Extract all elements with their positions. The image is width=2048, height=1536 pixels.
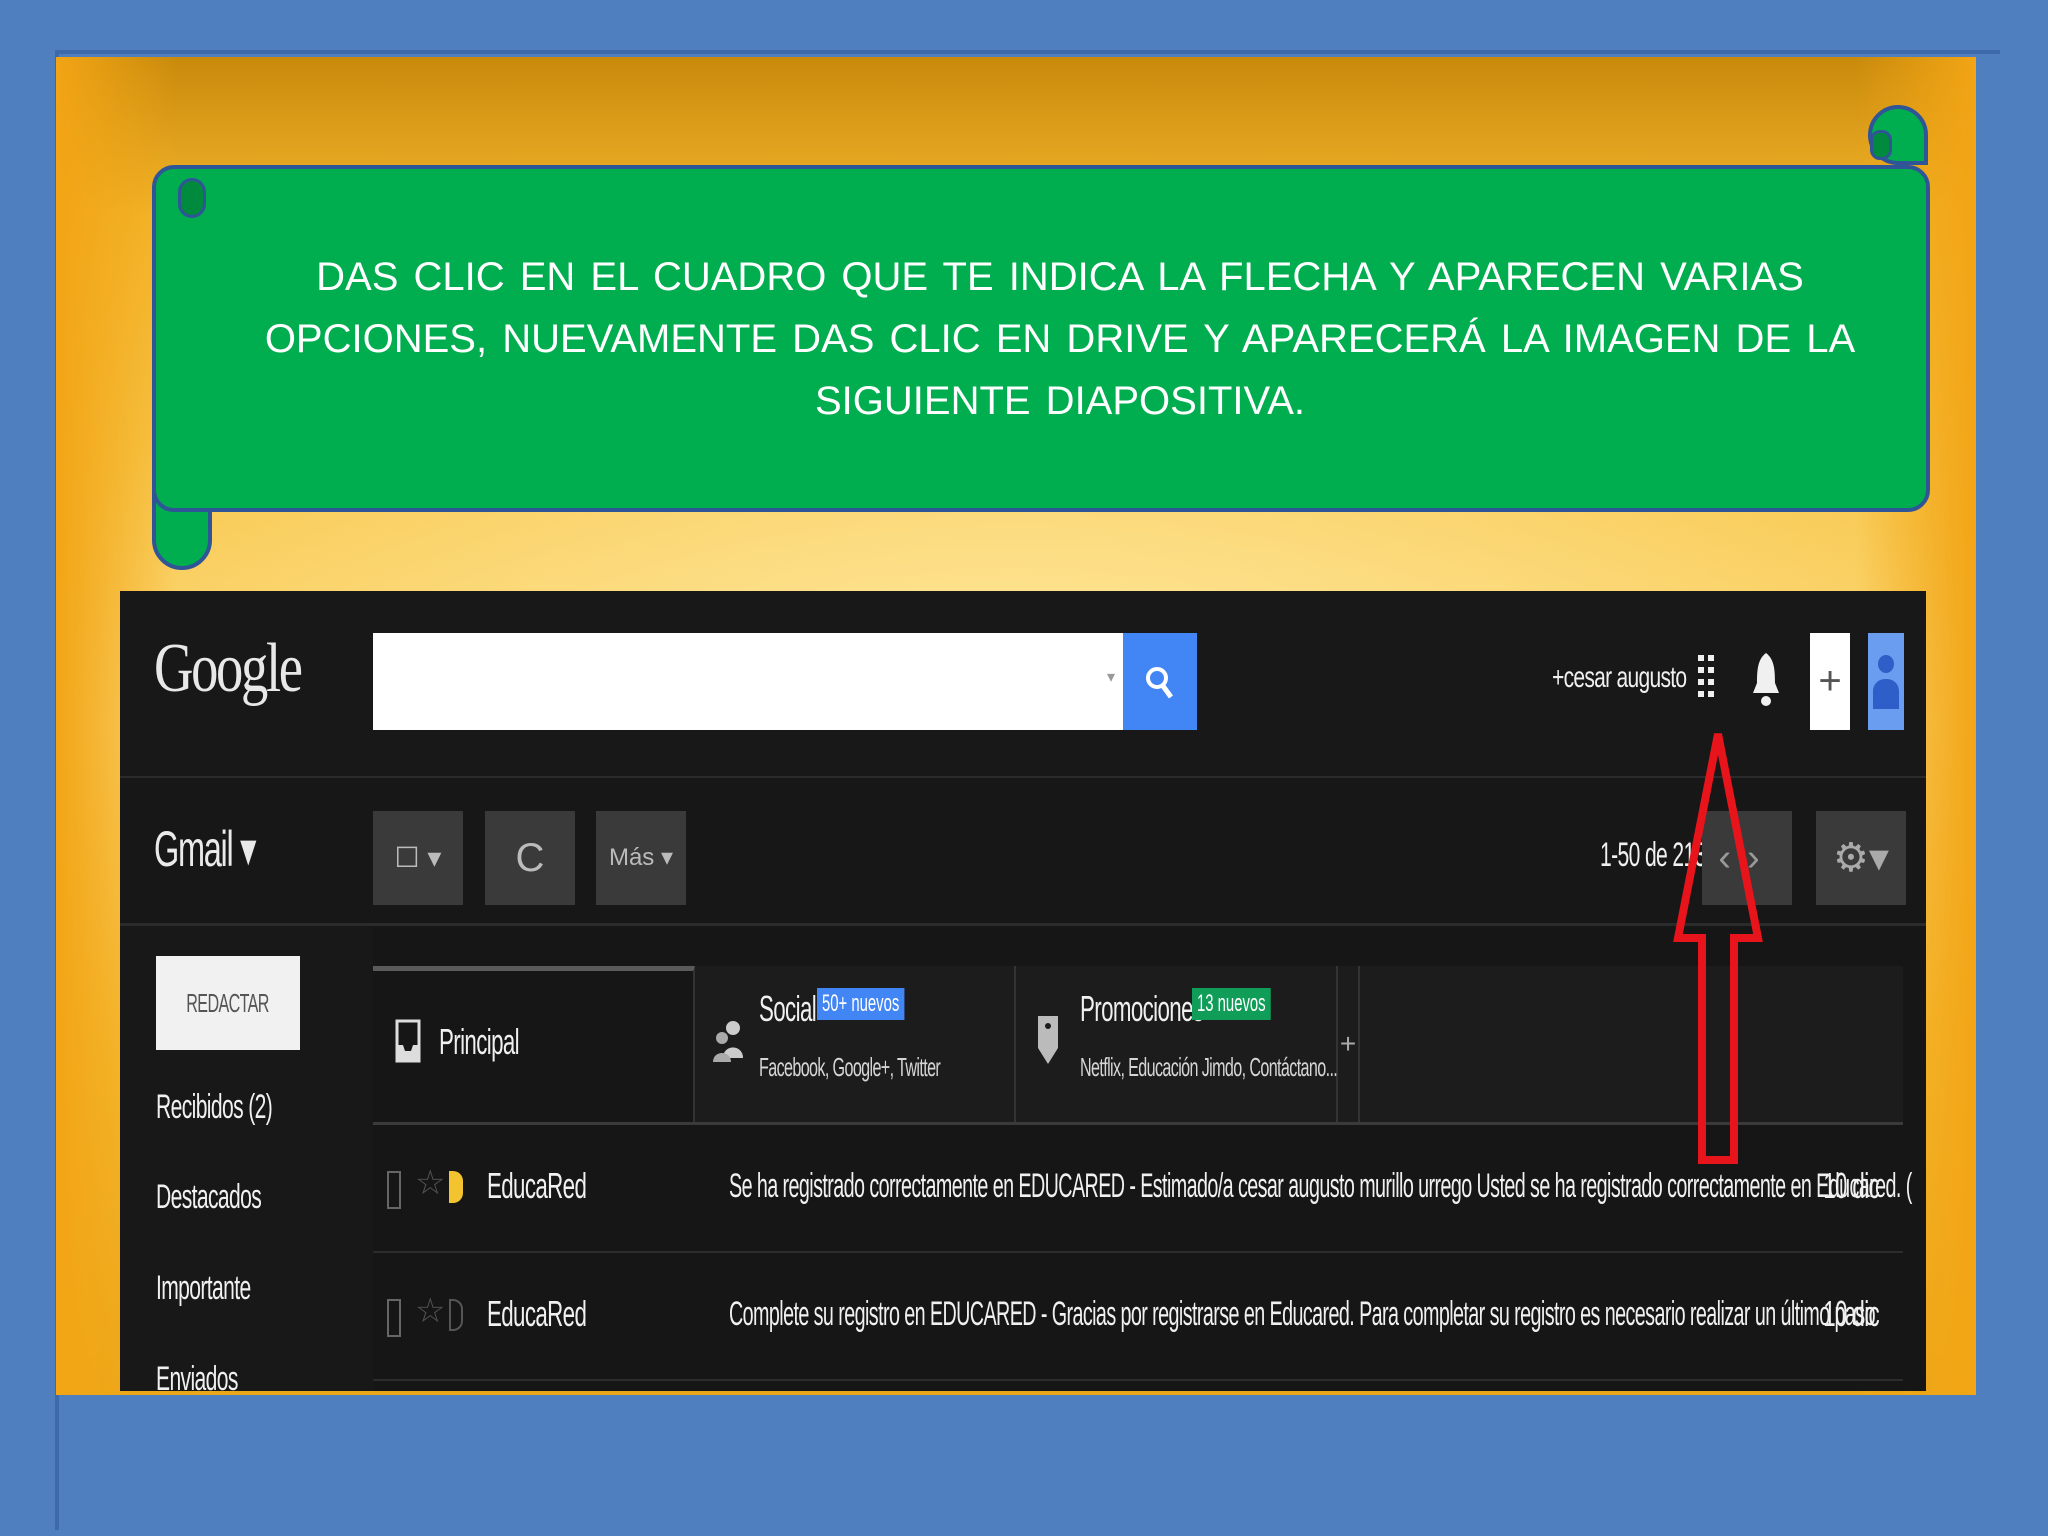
compose-label: REDACTAR [186, 988, 270, 1018]
avatar[interactable] [1868, 633, 1904, 730]
row-subject: Se ha registrado correctamente en EDUCAR… [729, 1167, 1912, 1205]
star-icon[interactable]: ☆ [415, 1163, 445, 1203]
sidebar-item-important[interactable]: Importante [156, 1269, 251, 1308]
select-checkbox-button[interactable]: ☐ ▾ [373, 811, 463, 905]
tab-promociones-subtitle: Netflix, Educación Jimdo, Contáctano... [1080, 1052, 1338, 1082]
importance-marker-icon[interactable] [449, 1299, 463, 1331]
search-icon [1146, 667, 1174, 699]
row-sender: EducaRed [487, 1293, 587, 1334]
people-icon [713, 1021, 743, 1062]
tab-promociones-badge: 13 nuevos [1192, 988, 1271, 1020]
bell-icon[interactable] [1751, 649, 1781, 725]
person-icon-body [1873, 679, 1899, 709]
compose-button[interactable]: REDACTAR [156, 956, 300, 1050]
share-plus-button[interactable]: + [1810, 633, 1850, 730]
table-row[interactable]: ☆ EducaRed Complete su registro en EDUCA… [373, 1253, 1903, 1381]
sidebar-item-starred[interactable]: Destacados [156, 1178, 262, 1217]
sidebar-item-inbox[interactable]: Recibidos (2) [156, 1088, 273, 1127]
row-sender: EducaRed [487, 1165, 587, 1206]
tab-principal[interactable]: Principal [373, 966, 695, 1122]
refresh-button[interactable]: C [485, 811, 575, 905]
importance-marker-icon[interactable] [449, 1171, 463, 1203]
tab-social[interactable]: Social 50+ nuevos Facebook, Google+, Twi… [695, 966, 1016, 1122]
row-subject: Complete su registro en EDUCARED - Graci… [729, 1295, 1876, 1333]
tab-promociones-title: Promociones [1080, 988, 1204, 1029]
tab-social-title: Social [759, 988, 817, 1029]
sidebar: REDACTAR Recibidos (2) Destacados Import… [120, 926, 373, 1391]
row-date: 10 dic [1823, 1165, 1879, 1206]
person-icon [1878, 655, 1894, 673]
more-button[interactable]: Más ▾ [596, 811, 686, 905]
row-date: 10 dic [1823, 1293, 1879, 1334]
search-input[interactable]: ▾ [373, 633, 1123, 730]
tab-principal-title: Principal [439, 1021, 520, 1062]
apps-grid-icon[interactable] [1698, 655, 1724, 707]
add-tab-button[interactable]: + [1338, 966, 1360, 1122]
instruction-text: DAS CLIC EN EL CUADRO QUE TE INDICA LA F… [264, 255, 1856, 423]
tab-social-subtitle: Facebook, Google+, Twitter [759, 1052, 941, 1082]
gmail-header: Google ▾ +cesar augusto + [120, 591, 1926, 778]
row-checkbox[interactable] [387, 1171, 401, 1209]
user-name-link[interactable]: +cesar augusto [1552, 661, 1687, 695]
sidebar-item-sent[interactable]: Enviados [156, 1360, 238, 1391]
google-logo[interactable]: Google [154, 629, 303, 709]
search-button[interactable] [1123, 633, 1197, 730]
scroll-right-inner [1870, 130, 1892, 160]
tag-icon [1038, 1016, 1058, 1064]
gmail-product-menu[interactable]: Gmail ▾ [154, 820, 256, 878]
red-up-arrow-icon [1673, 733, 1763, 1164]
tab-social-badge: 50+ nuevos [817, 988, 905, 1020]
row-checkbox[interactable] [387, 1299, 401, 1337]
tab-promociones[interactable]: Promociones 13 nuevos Netflix, Educación… [1016, 966, 1338, 1122]
settings-button[interactable]: ⚙▾ [1816, 811, 1906, 905]
gmail-toolbar: Gmail ▾ ☐ ▾ C Más ▾ 1-50 de 213 ‹› ⚙▾ [120, 778, 1926, 926]
gmail-screenshot: Google ▾ +cesar augusto + Gmail ▾ ☐ ▾ C … [120, 591, 1926, 1391]
star-icon[interactable]: ☆ [415, 1291, 445, 1331]
inbox-icon [395, 1019, 421, 1063]
search-options-caret[interactable]: ▾ [1107, 667, 1115, 687]
scroll-left-curl [178, 178, 206, 218]
